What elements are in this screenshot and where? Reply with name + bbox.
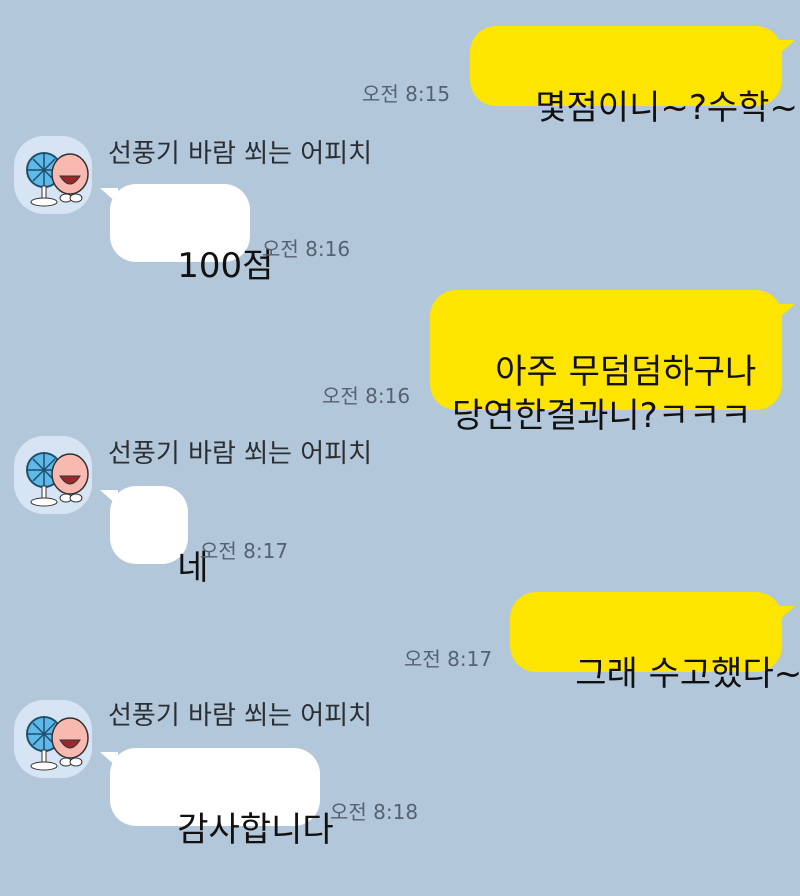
message-time: 오전 8:16 bbox=[322, 384, 411, 408]
apeach-fan-sticker-icon bbox=[26, 152, 89, 207]
my-message-bubble[interactable]: 아주 무덤덤하구나 당연한결과니?ㅋㅋㅋ bbox=[430, 290, 782, 436]
avatar[interactable] bbox=[14, 136, 92, 214]
received-message-bubble[interactable]: 감사합니다 bbox=[110, 748, 334, 850]
sender-name[interactable]: 선풍기 바람 쐬는 어피치 bbox=[108, 438, 372, 470]
my-message-bubble[interactable]: 몇점이니~?수학~! bbox=[470, 26, 800, 128]
chat-room: 오전 8:15 몇점이니~?수학~! 선풍기 바람 쐬는 어피치 100점 오전… bbox=[0, 0, 800, 850]
sender-name[interactable]: 선풍기 바람 쐬는 어피치 bbox=[108, 700, 372, 732]
my-message-bubble[interactable]: 그래 수고했다~ bbox=[510, 592, 800, 694]
bubble-tail bbox=[777, 304, 795, 320]
received-message-bubble[interactable]: 네 bbox=[110, 486, 209, 588]
bubble-tail bbox=[777, 40, 795, 56]
message-text: 몇점이니~?수학~! bbox=[535, 88, 800, 128]
message-text: 아주 무덤덤하구나 당연한결과니?ㅋㅋㅋ bbox=[452, 352, 757, 436]
message-time: 오전 8:17 bbox=[404, 647, 493, 671]
message-text: 100점 bbox=[177, 246, 274, 286]
message-time: 오전 8:15 bbox=[362, 82, 451, 106]
apeach-fan-sticker-icon bbox=[26, 452, 89, 507]
message-text: 감사합니다 bbox=[177, 810, 334, 850]
message-text: 그래 수고했다~ bbox=[575, 654, 800, 694]
message-time: 오전 8:16 bbox=[262, 237, 351, 261]
avatar[interactable] bbox=[14, 436, 92, 514]
apeach-fan-sticker-icon bbox=[26, 716, 89, 771]
bubble-tail bbox=[777, 606, 795, 622]
message-time: 오전 8:17 bbox=[200, 539, 289, 563]
avatar[interactable] bbox=[14, 700, 92, 778]
message-time: 오전 8:18 bbox=[330, 800, 419, 824]
sender-name[interactable]: 선풍기 바람 쐬는 어피치 bbox=[108, 138, 372, 170]
received-message-bubble[interactable]: 100점 bbox=[110, 184, 273, 286]
